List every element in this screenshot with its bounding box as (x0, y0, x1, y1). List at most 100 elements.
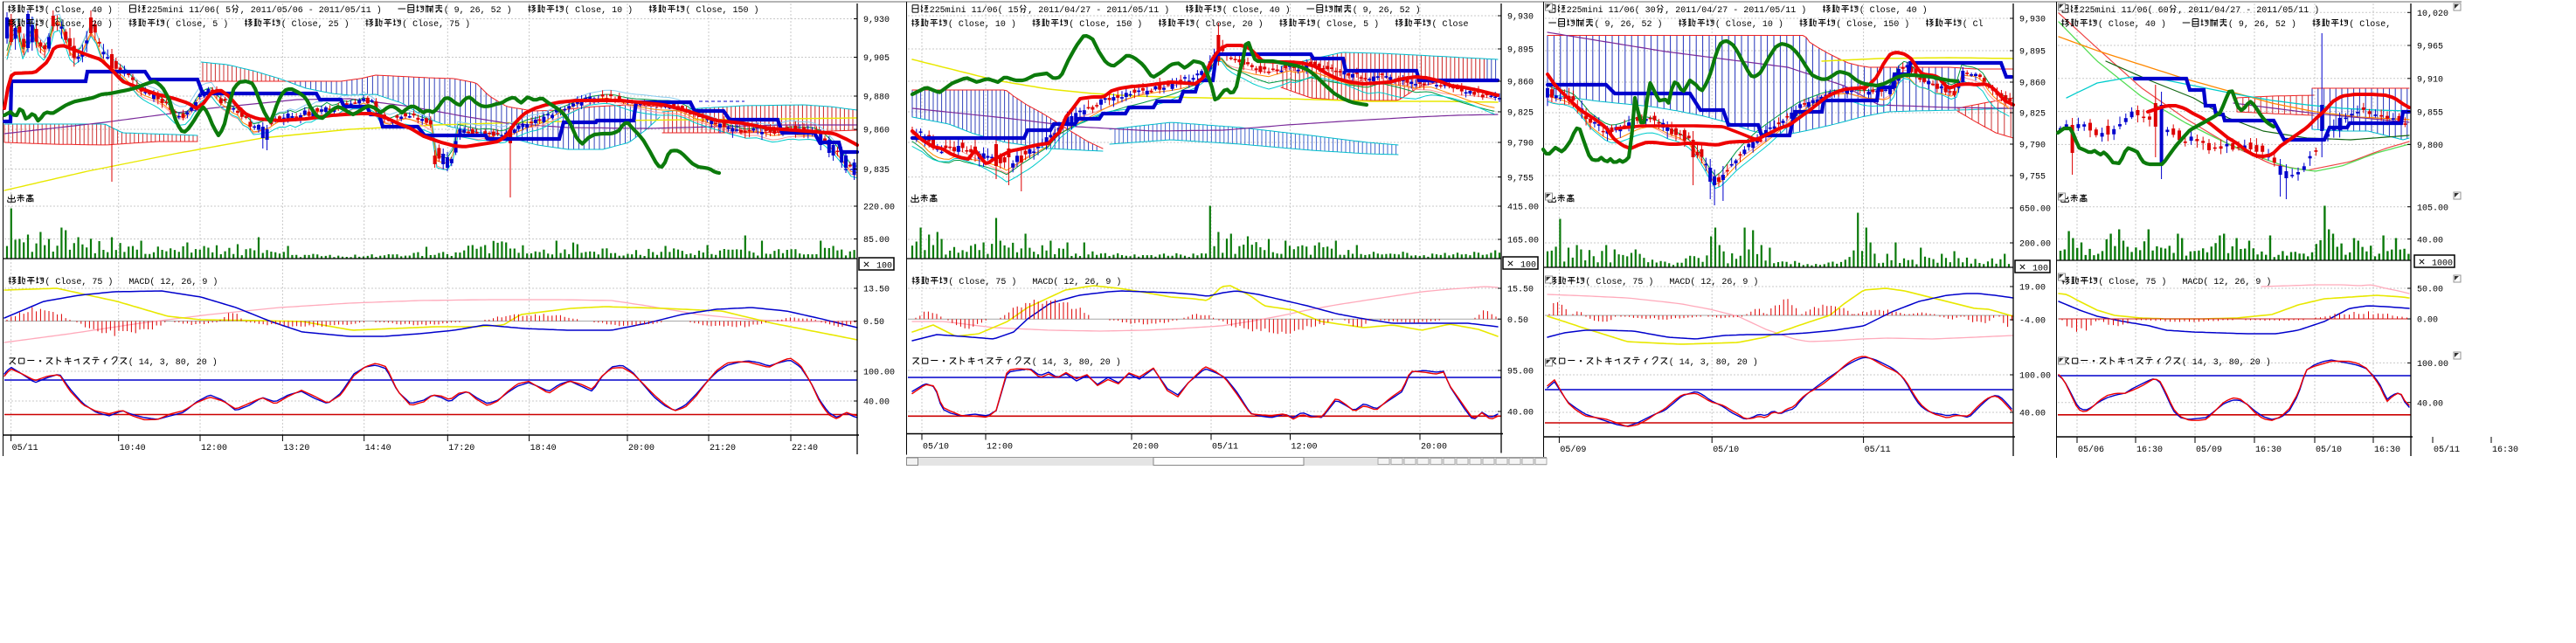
svg-text:40.00: 40.00 (2417, 235, 2443, 245)
svg-text:100.00: 100.00 (2417, 359, 2448, 370)
svg-text:( 9, 26, 52 ): ( 9, 26, 52 ) (444, 5, 528, 16)
svg-text:9,930: 9,930 (863, 15, 890, 25)
svg-text:05/10: 05/10 (923, 442, 949, 453)
svg-text:650.00: 650.00 (2019, 204, 2051, 215)
svg-text:100: 100 (876, 261, 892, 272)
svg-text:0.50: 0.50 (863, 317, 884, 328)
svg-text:9,860: 9,860 (2019, 79, 2046, 89)
svg-text:05/10: 05/10 (2316, 445, 2342, 455)
svg-text:225mini 11/06( 30: 225mini 11/06( 30 (1567, 5, 1656, 16)
svg-text:20:00: 20:00 (1421, 442, 1447, 453)
svg-text:( Close, 5 ): ( Close, 5 ) (165, 19, 244, 30)
svg-text:16:30: 16:30 (2136, 445, 2163, 455)
svg-text:220.00: 220.00 (863, 203, 895, 213)
svg-text:9,790: 9,790 (2019, 141, 2046, 151)
svg-text:9,910: 9,910 (2417, 75, 2443, 86)
svg-text:9,800: 9,800 (2417, 141, 2443, 151)
svg-text:16:30: 16:30 (2374, 445, 2400, 455)
svg-text:21:20: 21:20 (710, 443, 736, 453)
svg-text:( 9, 26, 52 ): ( 9, 26, 52 ) (1353, 5, 1421, 16)
svg-text:9,895: 9,895 (2019, 47, 2046, 58)
svg-text:( Close, 75 ) MACD( 12, 26,: ( Close, 75 ) MACD( 12, 26, 9 ) (948, 277, 1121, 287)
svg-text:9,880: 9,880 (863, 93, 890, 103)
svg-text:20:00: 20:00 (1132, 442, 1159, 453)
svg-text:415.00: 415.00 (1507, 203, 1539, 213)
svg-text:50.00: 50.00 (2417, 285, 2443, 295)
svg-text:16:30: 16:30 (2492, 445, 2518, 455)
svg-text:12:00: 12:00 (201, 443, 227, 453)
svg-text:-4.00: -4.00 (2019, 316, 2046, 327)
svg-text:12:00: 12:00 (1291, 442, 1318, 453)
svg-text:225mini 11/06( 15: 225mini 11/06( 15 (930, 5, 1019, 16)
svg-text:9,825: 9,825 (1507, 108, 1534, 119)
svg-text:100.00: 100.00 (2019, 371, 2051, 382)
svg-text:225mini 11/06( 60: 225mini 11/06( 60 (2080, 5, 2169, 16)
svg-text:( Close: ( Close (1432, 19, 1469, 30)
svg-text:05/11: 05/11 (1865, 445, 1891, 455)
svg-text:13.50: 13.50 (863, 285, 890, 295)
svg-text:9,790: 9,790 (1507, 139, 1534, 149)
svg-text:( Close, 150 ): ( Close, 150 ) (1069, 19, 1158, 30)
svg-text:( Close, 40 ): ( Close, 40 ) (1859, 5, 1928, 16)
svg-text:0.00: 0.00 (2417, 315, 2438, 326)
svg-text:( 14, 3, 80, 20 ): ( 14, 3, 80, 20 ) (1669, 357, 1758, 368)
svg-text:( Cl: ( Cl (1963, 19, 1984, 30)
svg-text:9,930: 9,930 (2019, 15, 2046, 25)
svg-text:9,930: 9,930 (1507, 12, 1534, 23)
svg-text:( Close, 40 ): ( Close, 40 ) (1222, 5, 1306, 16)
svg-text:( Close, 10 ): ( Close, 10 ) (564, 5, 648, 16)
svg-text:9,835: 9,835 (863, 165, 890, 176)
svg-text:( Close, 75 ) MACD( 12, 26,: ( Close, 75 ) MACD( 12, 26, 9 ) (45, 277, 218, 287)
svg-text:10,020: 10,020 (2417, 9, 2448, 19)
svg-text:( 14, 3, 80, 20 ): ( 14, 3, 80, 20 ) (2182, 357, 2271, 368)
svg-text:200.00: 200.00 (2019, 239, 2051, 250)
svg-text:( 14, 3, 80, 20 ): ( 14, 3, 80, 20 ) (1032, 357, 1121, 368)
svg-text:9,825: 9,825 (2019, 109, 2046, 120)
svg-text:( Close, 150 ): ( Close, 150 ) (1836, 19, 1925, 30)
svg-text:05/11: 05/11 (2434, 445, 2460, 455)
svg-text:9,860: 9,860 (863, 126, 890, 136)
svg-text:17:20: 17:20 (448, 443, 474, 453)
svg-text:18:40: 18:40 (530, 443, 557, 453)
svg-text:12:00: 12:00 (987, 442, 1013, 453)
svg-text:( Close, 25 ): ( Close, 25 ) (281, 19, 365, 30)
svg-text:0.50: 0.50 (1507, 315, 1528, 326)
svg-text:05/06: 05/06 (2078, 445, 2104, 455)
svg-text:40.00: 40.00 (2417, 398, 2443, 409)
svg-text:9,905: 9,905 (863, 53, 890, 64)
svg-text:( 14, 3, 80, 20 ): ( 14, 3, 80, 20 ) (128, 357, 218, 368)
svg-text:05/11: 05/11 (1212, 442, 1238, 453)
svg-text:105.00: 105.00 (2417, 203, 2448, 213)
svg-text:( 9, 26, 52 ): ( 9, 26, 52 ) (2228, 19, 2312, 30)
svg-text:9,965: 9,965 (2417, 42, 2443, 52)
svg-text:10:40: 10:40 (120, 443, 146, 453)
svg-text:85.00: 85.00 (863, 235, 890, 245)
svg-text:( Close, 40 ): ( Close, 40 ) (45, 5, 128, 16)
svg-text:( Close, 75 ) MACD( 12, 26,: ( Close, 75 ) MACD( 12, 26, 9 ) (2098, 277, 2271, 287)
svg-text:( Close, 150 ): ( Close, 150 ) (686, 5, 759, 16)
svg-text:9,895: 9,895 (1507, 45, 1534, 56)
svg-text:, 2011/04/27 - 2011/05/11 ): , 2011/04/27 - 2011/05/11 ) (1028, 5, 1185, 16)
svg-text:( Close, 40 ): ( Close, 40 ) (2098, 19, 2182, 30)
svg-text:40.00: 40.00 (2019, 409, 2046, 419)
svg-text:165.00: 165.00 (1507, 236, 1539, 246)
svg-text:100: 100 (2032, 264, 2048, 274)
svg-text:( Close,: ( Close, (2349, 19, 2391, 30)
svg-text:05/09: 05/09 (1560, 445, 1586, 455)
svg-text:22:40: 22:40 (792, 443, 818, 453)
svg-text:9,755: 9,755 (2019, 172, 2046, 183)
svg-text:( Close, 5 ): ( Close, 5 ) (1316, 19, 1395, 30)
svg-text:16:30: 16:30 (2255, 445, 2282, 455)
svg-text:19.00: 19.00 (2019, 283, 2046, 294)
svg-text:225mini 11/06( 5: 225mini 11/06( 5 (147, 5, 231, 16)
svg-text:05/10: 05/10 (1713, 445, 1739, 455)
svg-text:20:00: 20:00 (628, 443, 654, 453)
svg-text:( 9, 26, 52 ): ( 9, 26, 52 ) (1595, 19, 1679, 30)
svg-text:100.00: 100.00 (863, 368, 895, 378)
svg-text:40.00: 40.00 (1507, 408, 1534, 418)
svg-text:13:20: 13:20 (283, 443, 309, 453)
svg-text:9,855: 9,855 (2417, 107, 2443, 118)
svg-text:9,755: 9,755 (1507, 173, 1534, 183)
svg-text:( Close, 20 ): ( Close, 20 ) (45, 19, 128, 30)
svg-text:9,860: 9,860 (1507, 78, 1534, 88)
